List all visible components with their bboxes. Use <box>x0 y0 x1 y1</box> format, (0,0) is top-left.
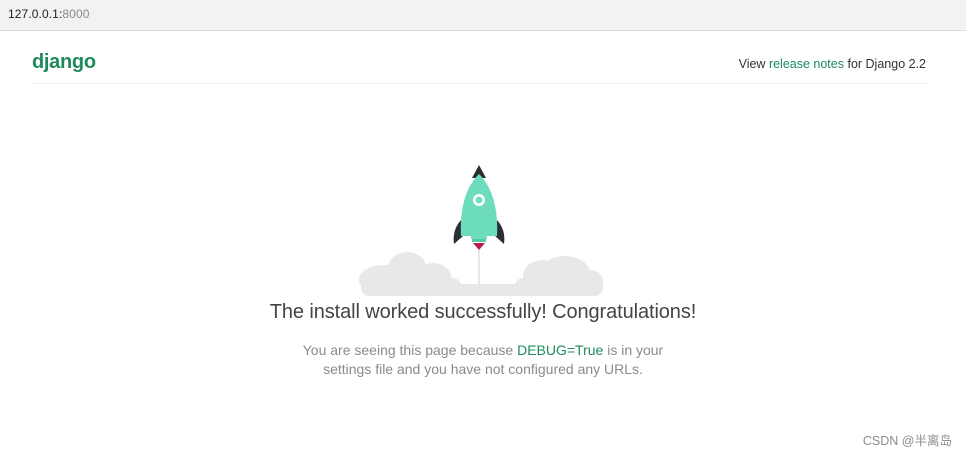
rocket-illustration <box>355 160 605 300</box>
django-logo[interactable]: django <box>32 51 96 74</box>
success-headline: The install worked successfully! Congrat… <box>269 301 697 323</box>
url-host: 127.0.0.1: <box>8 7 63 21</box>
release-prefix: View <box>738 57 769 71</box>
page-header: django View release notes for Django 2.2 <box>32 48 926 84</box>
release-notes-link[interactable]: release notes <box>769 57 844 71</box>
release-suffix: for Django 2.2 <box>844 57 926 71</box>
url-port: 8000 <box>62 7 90 21</box>
watermark: CSDN @半离岛 <box>862 434 952 448</box>
release-notes-text: View release notes for Django 2.2 <box>739 57 926 71</box>
debug-setting: DEBUG=True <box>517 342 604 358</box>
browser-address-bar[interactable]: 127.0.0.1:8000 <box>0 0 966 31</box>
url-text[interactable]: 127.0.0.1:8000 <box>8 7 90 21</box>
debug-description: You are seeing this page because DEBUG=T… <box>283 341 683 379</box>
desc-prefix: You are seeing this page because <box>302 342 518 358</box>
cloud-icon <box>359 252 603 296</box>
rocket-icon <box>359 165 603 296</box>
